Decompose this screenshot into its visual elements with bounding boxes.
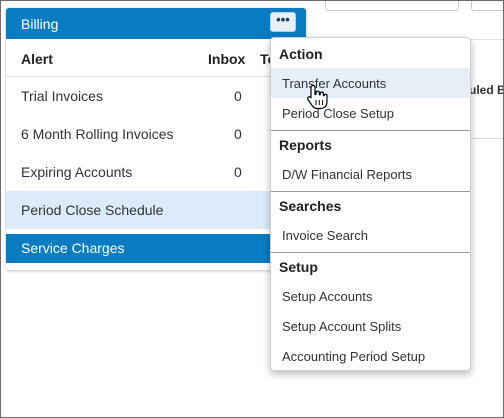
menu-item-invoice-search[interactable]: Invoice Search <box>271 220 470 250</box>
menu-section-heading: Setup <box>279 259 318 275</box>
menu-item-label: Setup Accounts <box>282 289 373 304</box>
menu-item-label: D/W Financial Reports <box>282 167 413 182</box>
alert-row-rolling-invoices[interactable]: 6 Month Rolling Invoices 0 <box>6 115 306 153</box>
menu-section-heading: Searches <box>279 198 342 214</box>
menu-item-dw-financial-reports[interactable]: D/W Financial Reports <box>271 159 470 189</box>
service-charges-label: Service Charges <box>21 240 125 256</box>
menu-item-label: Invoice Search <box>282 228 368 243</box>
billing-panel: Billing ••• Alert Inbox To Trial Invoice… <box>6 8 306 270</box>
background-button[interactable] <box>325 1 459 11</box>
alert-row-trial-invoices[interactable]: Trial Invoices 0 <box>6 77 306 115</box>
menu-item-label: Setup Account Splits <box>282 319 402 334</box>
column-header-scheduled-by: uled By <box>469 83 503 97</box>
app-frame: uled By Billing ••• Alert Inbox To Trial… <box>0 0 504 418</box>
hand-cursor-icon <box>307 84 328 110</box>
menu-section-reports: Reports <box>271 130 470 158</box>
menu-item-label: Transfer Accounts <box>282 76 387 91</box>
ellipsis-icon: ••• <box>276 12 290 27</box>
alert-row-period-close-schedule[interactable]: Period Close Schedule <box>6 191 306 229</box>
menu-item-transfer-accounts[interactable]: Transfer Accounts <box>271 68 470 98</box>
column-headers: Alert Inbox To <box>6 39 306 77</box>
column-header-alert: Alert <box>21 51 53 67</box>
alert-label: Expiring Accounts <box>21 164 133 180</box>
service-charges-header[interactable]: Service Charges <box>6 234 306 263</box>
panel-title: Billing <box>21 16 59 32</box>
menu-section-setup: Setup <box>271 252 470 280</box>
more-options-button[interactable]: ••• <box>270 12 296 32</box>
alert-label: Period Close Schedule <box>21 202 164 218</box>
alert-label: 6 Month Rolling Invoices <box>21 126 174 142</box>
menu-section-action: Action <box>271 40 470 68</box>
background-button[interactable] <box>471 1 503 11</box>
inbox-count: 0 <box>234 88 242 104</box>
menu-item-label: Period Close Setup <box>282 106 395 121</box>
menu-item-accounting-period-setup[interactable]: Accounting Period Setup <box>271 341 470 371</box>
column-header-inbox: Inbox <box>208 51 246 67</box>
menu-item-period-close-setup[interactable]: Period Close Setup <box>271 98 470 128</box>
more-options-menu: Action Transfer Accounts Period Close Se… <box>270 37 471 371</box>
menu-item-setup-accounts[interactable]: Setup Accounts <box>271 281 470 311</box>
menu-item-setup-account-splits[interactable]: Setup Account Splits <box>271 311 470 341</box>
menu-section-searches: Searches <box>271 191 470 219</box>
menu-item-label: Accounting Period Setup <box>282 349 426 364</box>
inbox-count: 0 <box>234 126 242 142</box>
menu-section-heading: Action <box>279 46 323 62</box>
inbox-count: 0 <box>234 164 242 180</box>
panel-header: Billing ••• <box>6 8 306 39</box>
menu-section-heading: Reports <box>279 137 332 153</box>
alert-row-expiring-accounts[interactable]: Expiring Accounts 0 <box>6 153 306 191</box>
alert-label: Trial Invoices <box>21 88 103 104</box>
